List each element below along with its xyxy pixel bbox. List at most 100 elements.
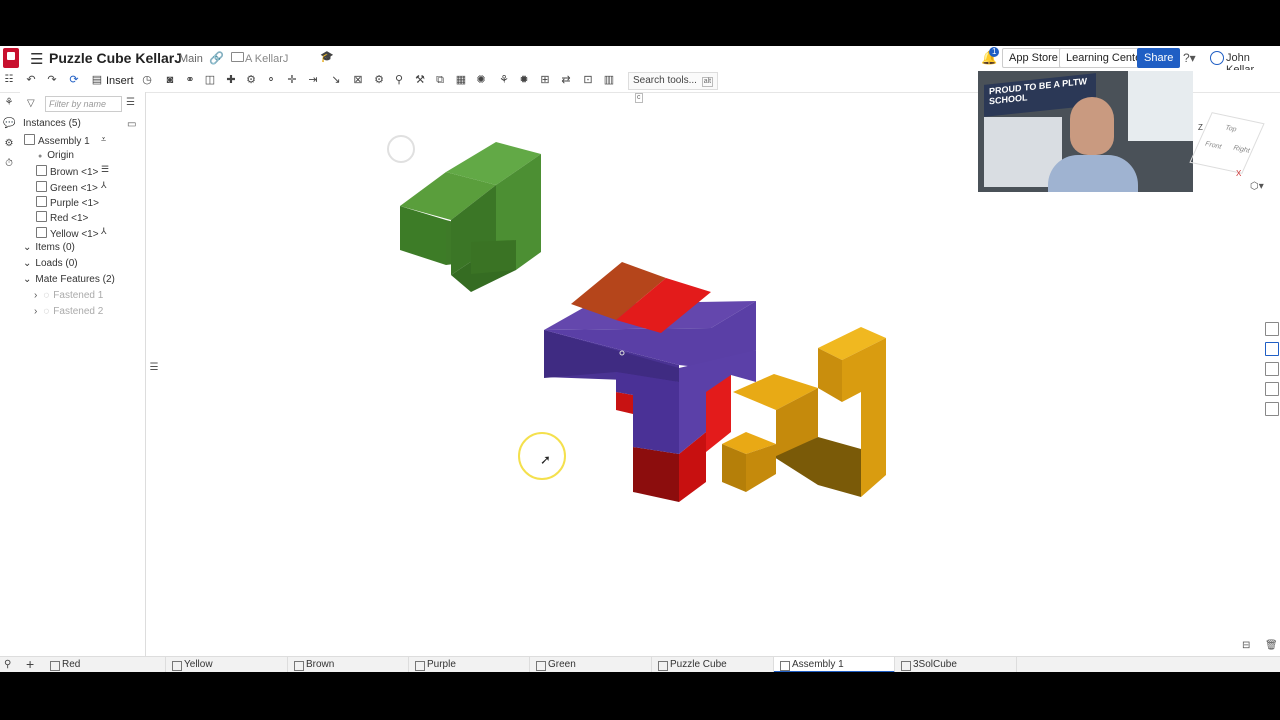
- add-folder-icon[interactable]: ▭: [127, 119, 136, 130]
- fastened-mate-icon[interactable]: ⚭: [183, 73, 197, 87]
- feature-list-icon[interactable]: ☷: [3, 74, 15, 86]
- graduation-cap-icon[interactable]: 🎓: [320, 50, 334, 63]
- help-icon[interactable]: ?▾: [1183, 51, 1196, 65]
- top-bar: ☰ Puzzle Cube KellarJ Main 🔗 A KellarJ 🎓…: [0, 46, 1280, 76]
- tab-green[interactable]: Green: [530, 657, 652, 672]
- tangent-mate-icon[interactable]: ↘: [329, 73, 343, 87]
- gear-relation-icon[interactable]: ⚙: [372, 73, 386, 87]
- trash-icon[interactable]: 🗑: [1265, 640, 1278, 651]
- parallel-mate-icon[interactable]: ⇥: [306, 73, 320, 87]
- origin-row[interactable]: ● Origin: [38, 150, 74, 161]
- part-studio-icon: [172, 661, 182, 671]
- insert-icon[interactable]: ▤: [90, 73, 104, 87]
- parts-icon[interactable]: ⚘: [3, 97, 15, 109]
- part-icon: [36, 165, 47, 176]
- tree-row-green[interactable]: Green <1>: [36, 181, 98, 194]
- tree-row-purple[interactable]: Purple <1>: [36, 196, 99, 209]
- search-tools-input[interactable]: Search tools... altc: [628, 72, 718, 103]
- rack-pinion-icon[interactable]: ⚲: [392, 73, 406, 87]
- link-icon[interactable]: 🔗: [209, 51, 224, 65]
- interference-icon[interactable]: ⇄: [559, 73, 573, 87]
- connections-icon[interactable]: ⚙: [3, 138, 15, 150]
- view-cube-front-label[interactable]: Front: [1204, 141, 1223, 151]
- view-cube-right-label[interactable]: Right: [1232, 145, 1251, 155]
- grid-icon[interactable]: ⊞: [538, 73, 552, 87]
- tree-row-red[interactable]: Red <1>: [36, 211, 88, 224]
- cylindrical-mate-icon[interactable]: ⚙: [244, 73, 258, 87]
- view-cube-top-label[interactable]: Top: [1224, 125, 1238, 134]
- webcam-window: [1128, 71, 1193, 141]
- part-icon: [36, 181, 47, 192]
- branch-label[interactable]: Main: [179, 53, 203, 65]
- group-icon[interactable]: ▦: [454, 73, 468, 87]
- revolute-mate-icon[interactable]: ◫: [203, 73, 217, 87]
- mate-features-row[interactable]: ⌄ Mate Features (2): [23, 274, 115, 285]
- replicate-icon[interactable]: ◷: [140, 73, 154, 87]
- user-avatar-icon[interactable]: [1210, 51, 1224, 65]
- tab-purple[interactable]: Purple: [409, 657, 530, 672]
- pin-slot-mate-icon[interactable]: ⚬: [264, 73, 278, 87]
- instances-header[interactable]: Instances (5): [23, 118, 81, 129]
- graphics-settings-icon[interactable]: ⊟: [1242, 640, 1250, 651]
- screw-relation-icon[interactable]: ⚒: [413, 73, 427, 87]
- mate-row-fastened-1[interactable]: › ◌ Fastened 1: [34, 290, 103, 301]
- assembly-row[interactable]: Assembly 1: [24, 134, 90, 147]
- onshape-window: ☰ Puzzle Cube KellarJ Main 🔗 A KellarJ 🎓…: [0, 46, 1280, 672]
- tab-brown[interactable]: Brown: [288, 657, 409, 672]
- folder-label[interactable]: A KellarJ: [245, 53, 288, 65]
- slider-mate-icon[interactable]: ✚: [224, 73, 238, 87]
- document-title[interactable]: Puzzle Cube KellarJ: [49, 50, 182, 66]
- undo-icon[interactable]: ↶: [24, 73, 38, 87]
- explode-icon[interactable]: ✺: [474, 73, 488, 87]
- redo-icon[interactable]: ↷: [45, 73, 59, 87]
- view-cube-z-axis-label: Z: [1198, 123, 1203, 132]
- insert-button[interactable]: Insert: [106, 75, 134, 87]
- tree-row-yellow[interactable]: Yellow <1>: [36, 227, 99, 240]
- tab-puzzle-cube[interactable]: Puzzle Cube: [652, 657, 774, 672]
- filter-icon[interactable]: ▽: [27, 98, 35, 109]
- part-label: Purple <1>: [50, 198, 99, 209]
- menu-icon[interactable]: ☰: [30, 50, 43, 68]
- mass-properties-icon[interactable]: [1265, 362, 1279, 376]
- configurations-icon[interactable]: [1265, 382, 1279, 396]
- chevron-down-icon: ⌄: [23, 258, 32, 269]
- ball-mate-icon[interactable]: ⊠: [351, 73, 365, 87]
- list-view-icon[interactable]: ☰: [126, 97, 135, 108]
- planar-mate-icon[interactable]: ✛: [285, 73, 299, 87]
- tab-red[interactable]: Red: [44, 657, 166, 672]
- section-view-icon[interactable]: ✹: [517, 73, 531, 87]
- add-tab-icon[interactable]: +: [26, 656, 34, 672]
- tab-label: 3SolCube: [913, 659, 957, 670]
- items-row[interactable]: ⌄ Items (0): [23, 242, 75, 253]
- mate-row-fastened-2[interactable]: › ◌ Fastened 2: [34, 306, 103, 317]
- bom-icon[interactable]: ▥: [602, 73, 616, 87]
- mate-connector-icon[interactable]: ◙: [163, 73, 177, 87]
- filter-by-name-input[interactable]: Filter by name: [45, 96, 122, 112]
- loads-row[interactable]: ⌄ Loads (0): [23, 258, 78, 269]
- tab-label: Assembly 1: [792, 659, 844, 670]
- appearance-icon[interactable]: [1265, 342, 1279, 356]
- part-label: Yellow <1>: [50, 229, 99, 240]
- timer-icon[interactable]: ⏱: [3, 158, 15, 170]
- properties-icon[interactable]: [1265, 322, 1279, 336]
- left-rail: ☷ ⚘ 💬 ⚙ ⏱: [0, 70, 18, 670]
- app-store-button[interactable]: App Store: [1002, 48, 1065, 68]
- comments-icon[interactable]: 💬: [3, 118, 15, 130]
- tree-row-brown[interactable]: Brown <1>: [36, 165, 98, 178]
- tab-manager-icon[interactable]: ⚲: [4, 659, 11, 670]
- onshape-logo-icon[interactable]: [3, 48, 19, 68]
- regenerate-icon[interactable]: ⟳: [67, 73, 81, 87]
- view-options-icon[interactable]: ⬡▾: [1250, 181, 1264, 192]
- tab-3solcube[interactable]: 3SolCube: [895, 657, 1017, 672]
- variables-icon[interactable]: [1265, 402, 1279, 416]
- tab-assembly-1[interactable]: Assembly 1: [774, 657, 895, 672]
- share-button[interactable]: Share: [1137, 48, 1181, 68]
- assembly-stack-icon: ⩡: [101, 134, 107, 144]
- tab-yellow[interactable]: Yellow: [166, 657, 288, 672]
- part-icon: [36, 211, 47, 222]
- green-part[interactable]: [400, 142, 541, 292]
- folder-icon[interactable]: [231, 52, 244, 62]
- display-states-icon[interactable]: ⊡: [581, 73, 595, 87]
- linear-relation-icon[interactable]: ⧉: [433, 73, 447, 87]
- measure-icon[interactable]: ⚘: [497, 73, 511, 87]
